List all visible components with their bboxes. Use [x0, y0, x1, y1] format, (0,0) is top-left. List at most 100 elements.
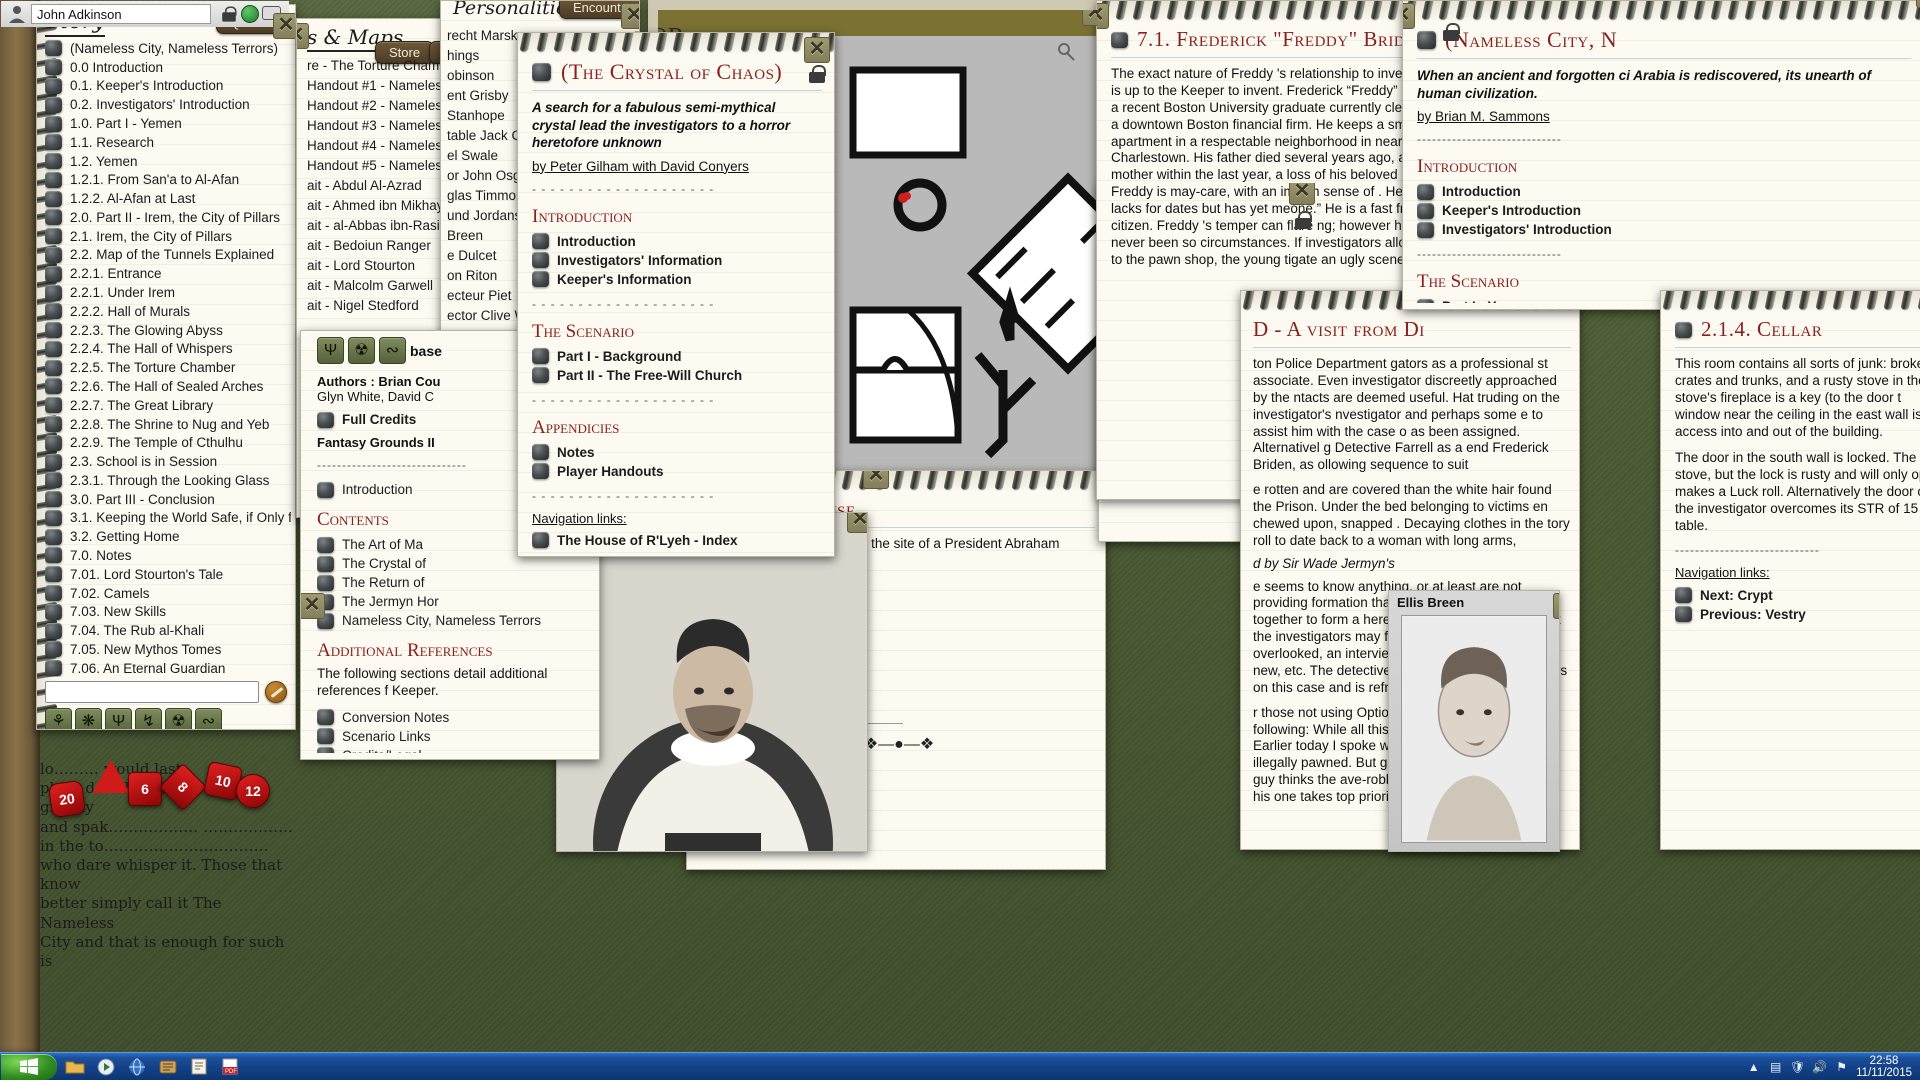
status-indicator-icon[interactable] — [241, 5, 259, 23]
dice-tray[interactable]: 68101220 — [40, 730, 310, 852]
die-d8[interactable]: 8 — [159, 763, 207, 811]
nameless-intro-item-2[interactable]: Investigators' Introduction — [1417, 220, 1911, 239]
lock-icon[interactable] — [1295, 211, 1311, 229]
personalities-close-button[interactable]: ✕ — [621, 3, 640, 29]
story-item-15[interactable]: 2.2.3. The Glowing Abyss — [45, 321, 291, 340]
network-icon[interactable]: ▤ — [1768, 1060, 1783, 1074]
story-item-23[interactable]: 2.3.1. Through the Looking Glass — [45, 471, 291, 490]
additional-item-2[interactable]: Credits/Legal — [317, 746, 591, 753]
cellar-previous-link[interactable]: Previous: Vestry — [1675, 605, 1920, 624]
story-item-31[interactable]: 7.04. The Rub al-Khali — [45, 621, 291, 640]
crystal-scenario-list[interactable]: Part I - BackgroundPart II - The Free-Wi… — [532, 347, 822, 385]
story-item-13[interactable]: 2.2.1. Under Irem — [45, 283, 291, 302]
story-tool-row[interactable]: ⚘ ❋ Ψ ↯ ☢ ∾ — [45, 708, 287, 730]
shield-icon[interactable]: 🛡 — [1790, 1060, 1805, 1074]
story-item-25[interactable]: 3.1. Keeping the World Safe, if Only for… — [45, 509, 291, 528]
story-item-2[interactable]: 0.1. Keeper's Introduction — [45, 77, 291, 96]
crystal-intro-item-2[interactable]: Keeper's Information — [532, 270, 822, 289]
story-search-input[interactable] — [45, 681, 259, 703]
story-close-button[interactable]: ✕ — [273, 13, 296, 39]
additional-item-1[interactable]: Scenario Links — [317, 727, 591, 746]
map-pin-marker[interactable] — [903, 192, 911, 200]
story-item-3[interactable]: 0.2. Investigators' Introduction — [45, 95, 291, 114]
story-item-24[interactable]: 3.0. Part III - Conclusion — [45, 490, 291, 509]
ellis-breen-window[interactable]: Ellis Breen ✕ — [1388, 590, 1560, 852]
die-d6[interactable]: 6 — [128, 772, 162, 806]
cellar-next-link[interactable]: Next: Crypt — [1675, 586, 1920, 605]
story-item-17[interactable]: 2.2.5. The Torture Chamber — [45, 358, 291, 377]
crystal-appendices-list[interactable]: NotesPlayer Handouts — [532, 443, 822, 481]
crystal-appendix-item-1[interactable]: Player Handouts — [532, 462, 822, 481]
handouts-close-button[interactable]: ✕ — [296, 23, 309, 49]
crystal-of-chaos-window[interactable]: (The Crystal of Chaos) A search for a fa… — [517, 32, 835, 557]
story-item-22[interactable]: 2.3. School is in Session — [45, 452, 291, 471]
story-item-0[interactable]: (Nameless City, Nameless Terrors) — [45, 39, 291, 58]
start-button[interactable] — [1, 1054, 57, 1080]
story-item-21[interactable]: 2.2.9. The Temple of Cthulhu — [45, 433, 291, 452]
ellis-close-button[interactable]: ✕ — [1553, 593, 1560, 619]
story-item-16[interactable]: 2.2.4. The Hall of Whispers — [45, 340, 291, 359]
system-tray[interactable]: ▲ ▤ 🛡 🔊 ⚑ 22:58 11/11/2015 — [1746, 1055, 1920, 1079]
story-item-11[interactable]: 2.2. Map of the Tunnels Explained — [45, 246, 291, 265]
tool-bug-icon[interactable]: ☢ — [165, 708, 192, 730]
tool-arrow-icon[interactable]: ↯ — [135, 708, 162, 730]
story-item-27[interactable]: 7.0. Notes — [45, 546, 291, 565]
lock-icon[interactable] — [809, 65, 825, 83]
lock-icon[interactable] — [1443, 23, 1459, 41]
crystal-introduction-list[interactable]: IntroductionInvestigators' InformationKe… — [532, 232, 822, 289]
volume-icon[interactable]: 🔊 — [1812, 1060, 1827, 1074]
portrait-window[interactable]: ✕ — [556, 512, 868, 852]
nameless-city-window[interactable]: (Nameless City, N When an ancient and fo… — [1402, 0, 1920, 310]
crystal-intro-item-0[interactable]: Introduction — [532, 232, 822, 251]
crystal-scenario-item-0[interactable]: Part I - Background — [532, 347, 822, 366]
story-item-9[interactable]: 2.0. Part II - Irem, the City of Pillars — [45, 208, 291, 227]
nameless-introduction-list[interactable]: IntroductionKeeper's IntroductionInvesti… — [1417, 182, 1911, 239]
freddy-close-button[interactable]: ✕ — [1096, 3, 1109, 29]
taskbar[interactable]: PDF ▲ ▤ 🛡 🔊 ⚑ 22:58 11/11/2015 — [0, 1052, 1920, 1080]
tool-spiral-icon[interactable]: ∾ — [195, 708, 222, 730]
credits-close-button[interactable]: ✕ — [300, 593, 325, 619]
browser-icon[interactable] — [124, 1055, 150, 1079]
story-item-18[interactable]: 2.2.6. The Hall of Sealed Arches — [45, 377, 291, 396]
story-item-30[interactable]: 7.03. New Skills — [45, 602, 291, 621]
media-player-icon[interactable] — [93, 1055, 119, 1079]
fg-icon[interactable] — [155, 1055, 181, 1079]
story-item-7[interactable]: 1.2.1. From San'a to Al-Afan — [45, 170, 291, 189]
story-item-10[interactable]: 2.1. Irem, the City of Pillars — [45, 227, 291, 246]
clock[interactable]: 22:58 11/11/2015 — [1856, 1055, 1912, 1079]
jermyn-close-button[interactable]: ✕ — [1289, 182, 1315, 205]
die-d12[interactable]: 12 — [236, 774, 270, 808]
tool-spiral-icon[interactable]: ∾ — [379, 337, 406, 364]
tool-bug-icon[interactable]: ☢ — [348, 337, 375, 364]
die-d4[interactable] — [92, 760, 130, 793]
die-d20[interactable]: 20 — [48, 780, 86, 818]
contents-item-3[interactable]: The Jermyn Hor — [317, 592, 591, 611]
lock-icon[interactable] — [222, 6, 236, 21]
nameless-intro-item-0[interactable]: Introduction — [1417, 182, 1911, 201]
crystal-nav-link[interactable]: The House of R'Lyeh - Index — [532, 531, 822, 550]
story-item-14[interactable]: 2.2.2. Hall of Murals — [45, 302, 291, 321]
character-sheet-close-button[interactable]: ✕ — [1916, 0, 1920, 8]
story-item-33[interactable]: 7.06. An Eternal Guardian — [45, 659, 291, 677]
notepad-icon[interactable] — [186, 1055, 212, 1079]
chevron-up-icon[interactable]: ▲ — [1746, 1060, 1761, 1074]
story-window[interactable]: Story Quests (Nameless City, Nameless Te… — [36, 4, 296, 730]
story-item-5[interactable]: 1.1. Research — [45, 133, 291, 152]
portrait-close-button[interactable]: ✕ — [847, 512, 868, 533]
story-item-8[interactable]: 1.2.2. Al-Afan at Last — [45, 189, 291, 208]
story-item-28[interactable]: 7.01. Lord Stourton's Tale — [45, 565, 291, 584]
contents-item-4[interactable]: Nameless City, Nameless Terrors — [317, 611, 591, 630]
nameless-intro-item-1[interactable]: Keeper's Introduction — [1417, 201, 1911, 220]
pdf-icon[interactable]: PDF — [217, 1055, 243, 1079]
story-item-32[interactable]: 7.05. New Mythos Tomes — [45, 640, 291, 659]
story-item-4[interactable]: 1.0. Part I - Yemen — [45, 114, 291, 133]
story-item-29[interactable]: 7.02. Camels — [45, 584, 291, 603]
story-item-19[interactable]: 2.2.7. The Great Library — [45, 396, 291, 415]
story-item-26[interactable]: 3.2. Getting Home — [45, 527, 291, 546]
crystal-appendix-item-0[interactable]: Notes — [532, 443, 822, 462]
story-add-button[interactable] — [265, 681, 287, 703]
story-item-1[interactable]: 0.0 Introduction — [45, 58, 291, 77]
additional-item-0[interactable]: Conversion Notes — [317, 708, 591, 727]
story-item-12[interactable]: 2.2.1. Entrance — [45, 264, 291, 283]
tool-web-icon[interactable]: ⚘ — [45, 708, 72, 730]
